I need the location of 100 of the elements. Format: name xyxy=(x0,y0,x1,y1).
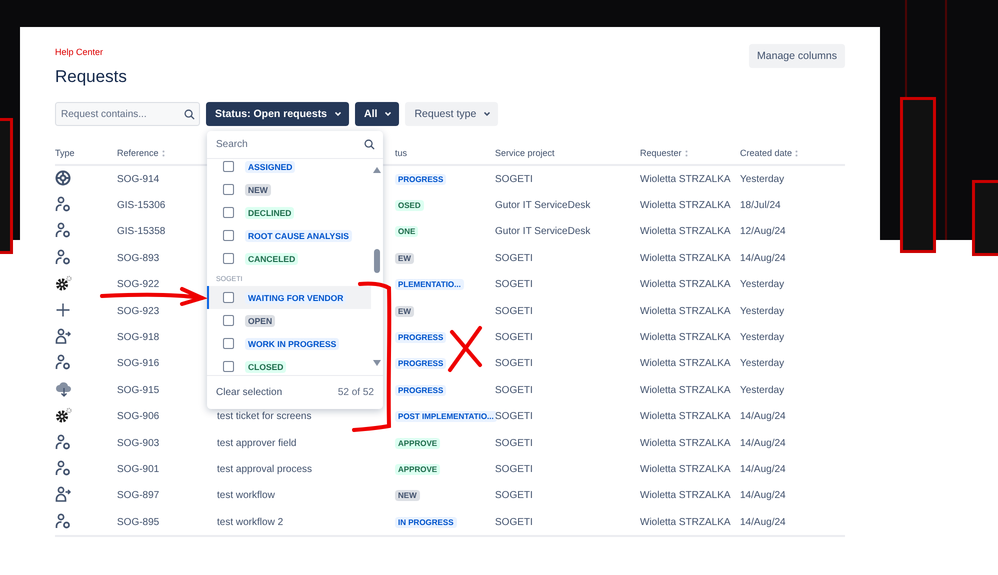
status-option[interactable]: DECLINED xyxy=(207,201,371,224)
scroll-up-icon[interactable] xyxy=(373,167,381,173)
created-date-text: 14/Aug/24 xyxy=(740,464,786,475)
reference-link[interactable]: SOG-893 xyxy=(117,252,160,264)
filter-dropdown-button[interactable]: Request type xyxy=(405,102,498,126)
status-lozenge: DECLINED xyxy=(245,206,294,218)
gears-icon xyxy=(55,407,73,424)
checkbox[interactable] xyxy=(223,230,234,241)
status-option[interactable]: ROOT CAUSE ANALYSIS xyxy=(207,224,371,247)
requester-text: Wioletta STRZALKA xyxy=(640,279,731,290)
requester-text: Wioletta STRZALKA xyxy=(640,384,731,396)
person-circle-icon xyxy=(55,460,71,476)
person-arrow-icon xyxy=(55,328,71,344)
status-lozenge: APPROVE xyxy=(395,464,440,475)
checkbox[interactable] xyxy=(223,361,234,372)
plus-icon xyxy=(55,302,71,318)
created-date-text: 14/Aug/24 xyxy=(740,490,786,502)
reference-link[interactable]: SOG-903 xyxy=(117,438,160,449)
lifebuoy-icon xyxy=(55,170,71,186)
gears-icon xyxy=(55,275,73,292)
checkbox[interactable] xyxy=(223,161,234,172)
filter-dropdown-button[interactable]: Status: Open requests xyxy=(206,102,350,126)
status-lozenge: ASSIGNED xyxy=(245,160,296,172)
reference-link[interactable]: SOG-901 xyxy=(117,464,160,475)
result-count: 52 of 52 xyxy=(338,387,374,398)
clear-selection-button[interactable]: Clear selection xyxy=(216,387,282,398)
requester-text: Wioletta STRZALKA xyxy=(640,358,731,370)
status-lozenge: ONE xyxy=(395,226,418,238)
summary-text: test workflow xyxy=(217,490,275,502)
sort-icon xyxy=(162,150,165,156)
created-date-text: Yesterday xyxy=(740,306,784,317)
created-date-text: 14/Aug/24 xyxy=(740,438,786,449)
checkbox[interactable] xyxy=(223,315,234,326)
status-lozenge: OSED xyxy=(395,200,424,212)
reference-link[interactable]: SOG-918 xyxy=(117,332,160,344)
sort-icon xyxy=(684,150,688,156)
summary-text: test workflow 2 xyxy=(217,516,284,528)
requester-text: Wioletta STRZALKA xyxy=(640,200,731,212)
created-date-text: Yesterday xyxy=(740,358,784,370)
status-option[interactable]: WAITING FOR VENDOR xyxy=(207,286,371,309)
status-lozenge: APPROVE xyxy=(395,438,440,449)
reference-link[interactable]: SOG-916 xyxy=(117,358,160,370)
checkbox[interactable] xyxy=(223,292,234,303)
status-lozenge: POST IMPLEMENTATIO... xyxy=(395,411,497,422)
reference-link[interactable]: SOG-897 xyxy=(117,490,160,502)
search-icon xyxy=(364,139,375,150)
reference-link[interactable]: GIS-15358 xyxy=(117,226,166,238)
summary-text: test approval process xyxy=(217,464,312,475)
manage-columns-button[interactable]: Manage columns xyxy=(749,44,845,68)
status-lozenge: WAITING FOR VENDOR xyxy=(245,292,346,304)
status-lozenge: PROGRESS xyxy=(395,174,446,185)
reference-link[interactable]: GIS-15306 xyxy=(117,200,166,212)
requester-text: Wioletta STRZALKA xyxy=(640,306,731,317)
project-text: SOGETI xyxy=(495,306,533,317)
filter-dropdown-button[interactable]: All xyxy=(355,102,400,126)
created-date-text: Yesterday xyxy=(740,279,784,290)
scrollbar-thumb[interactable] xyxy=(374,249,380,273)
status-option[interactable]: OPEN xyxy=(207,309,371,332)
project-text: SOGETI xyxy=(495,411,533,422)
reference-link[interactable]: SOG-906 xyxy=(117,411,160,422)
created-date-text: 18/Jul/24 xyxy=(740,200,781,212)
status-lozenge: PROGRESS xyxy=(395,384,446,396)
checkbox[interactable] xyxy=(223,253,234,264)
created-date-text: Yesterday xyxy=(740,332,784,344)
created-date-text: 14/Aug/24 xyxy=(740,411,786,422)
person-arrow-icon xyxy=(55,486,71,502)
person-circle-icon xyxy=(55,248,71,265)
status-option[interactable]: CLOSED xyxy=(207,355,371,375)
status-option[interactable]: CANCELED xyxy=(207,247,371,270)
cloud-download-icon xyxy=(55,380,73,397)
column-header[interactable]: Created date xyxy=(740,148,798,158)
reference-link[interactable]: SOG-923 xyxy=(117,306,160,317)
reference-link[interactable]: SOG-914 xyxy=(117,174,160,185)
created-date-text: 14/Aug/24 xyxy=(740,252,786,264)
status-lozenge: WORK IN PROGRESS xyxy=(245,338,340,350)
status-option[interactable]: ASSIGNED xyxy=(207,159,371,178)
project-text: Gutor IT ServiceDesk xyxy=(495,200,590,212)
created-date-text: Yesterday xyxy=(740,174,784,185)
status-option[interactable]: WORK IN PROGRESS xyxy=(207,332,371,355)
reference-link[interactable]: SOG-922 xyxy=(117,279,160,290)
column-header[interactable]: Reference xyxy=(117,148,165,158)
breadcrumb-link[interactable]: Help Center xyxy=(55,47,104,57)
status-option[interactable]: NEW xyxy=(207,178,371,201)
checkbox[interactable] xyxy=(223,184,234,195)
scroll-down-icon[interactable] xyxy=(373,360,381,366)
status-lozenge: PROGRESS xyxy=(395,358,446,370)
status-lozenge: NEW xyxy=(245,184,271,196)
person-circle-icon xyxy=(55,512,71,529)
project-text: SOGETI xyxy=(495,438,533,449)
project-text: SOGETI xyxy=(495,174,533,185)
requester-text: Wioletta STRZALKA xyxy=(640,226,731,238)
request-search-field[interactable]: Request contains... xyxy=(55,102,200,126)
column-header[interactable]: Requester xyxy=(640,148,688,158)
reference-link[interactable]: SOG-915 xyxy=(117,384,160,396)
requester-text: Wioletta STRZALKA xyxy=(640,174,731,185)
search-icon xyxy=(184,109,195,120)
checkbox[interactable] xyxy=(223,207,234,218)
reference-link[interactable]: SOG-895 xyxy=(117,516,160,528)
person-circle-icon xyxy=(55,222,71,238)
checkbox[interactable] xyxy=(223,338,234,349)
